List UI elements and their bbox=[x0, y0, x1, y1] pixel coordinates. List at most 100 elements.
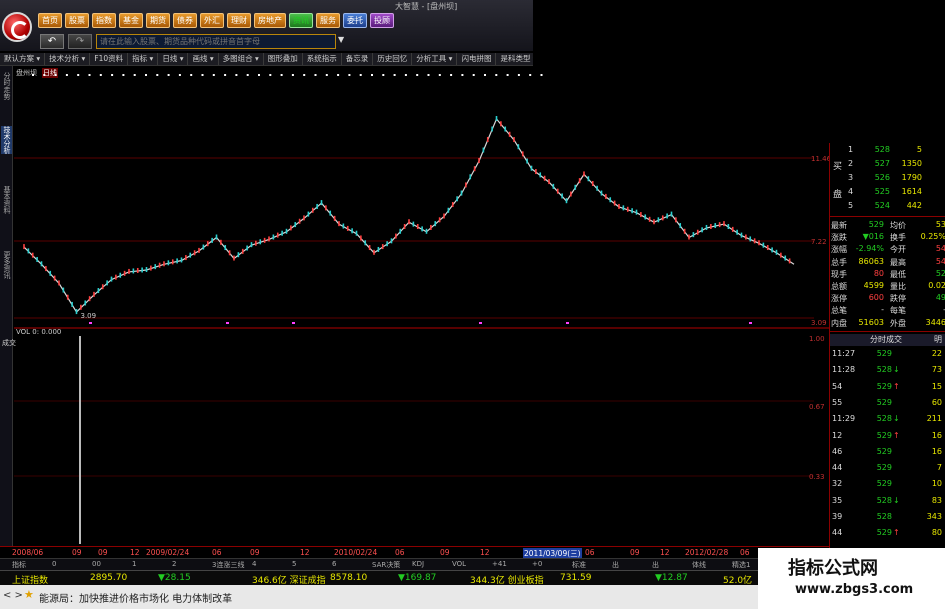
event-marker bbox=[404, 74, 407, 76]
candle bbox=[360, 235, 362, 241]
candle bbox=[508, 131, 511, 137]
candle bbox=[574, 184, 577, 190]
candle bbox=[132, 268, 135, 274]
tick-direction-icon: ↓ bbox=[893, 365, 900, 375]
indicator-tab[interactable]: 00 bbox=[92, 560, 101, 568]
ticks-header-right[interactable]: 明 bbox=[934, 334, 942, 345]
candle bbox=[605, 193, 607, 199]
info-marker bbox=[226, 322, 229, 324]
tick-volume: 7 bbox=[936, 463, 942, 473]
candle bbox=[220, 239, 222, 245]
indicator-tab[interactable]: 2 bbox=[172, 560, 176, 568]
event-marker bbox=[88, 74, 91, 76]
candle bbox=[298, 218, 301, 224]
stat-value: 53 bbox=[935, 220, 945, 229]
menu-button[interactable]: 基金 bbox=[119, 13, 143, 28]
candle bbox=[758, 240, 760, 246]
indicator-tab[interactable]: 6 bbox=[332, 560, 336, 568]
menu-button[interactable]: 投顾 bbox=[370, 13, 394, 28]
menu-button[interactable]: 房地产 bbox=[254, 13, 286, 28]
candle bbox=[587, 176, 590, 182]
candle bbox=[246, 245, 248, 251]
candle bbox=[561, 193, 563, 199]
quote-row: 12 529 ↑ 16 bbox=[830, 431, 945, 443]
toolbar-item[interactable]: 闪电拼图 bbox=[457, 53, 497, 65]
indicator-tab[interactable]: 精选1 bbox=[732, 560, 750, 570]
indicator-tab[interactable]: 4 bbox=[252, 560, 256, 568]
indicator-tab[interactable]: +0 bbox=[532, 560, 542, 568]
indicator-tab[interactable]: 出 bbox=[612, 560, 619, 570]
left-tab[interactable]: 基本资料 bbox=[1, 186, 12, 214]
ticks-header[interactable]: 分时成交 明 bbox=[830, 334, 945, 346]
event-marker bbox=[359, 74, 362, 76]
order-price: 524 bbox=[874, 201, 890, 210]
news-headline[interactable]: 能源局：加快推进价格市场化 电力体制改革 bbox=[39, 590, 232, 605]
indicator-tab[interactable]: +41 bbox=[492, 560, 507, 568]
left-tab[interactable]: 技术分析 bbox=[1, 126, 12, 154]
indicator-tab[interactable]: 标准 bbox=[572, 560, 586, 570]
menu-button[interactable]: 首页 bbox=[38, 13, 62, 28]
search-dropdown-icon[interactable]: ▼ bbox=[338, 35, 344, 44]
indicator-tab[interactable]: KDJ bbox=[412, 560, 424, 568]
toolbar-item[interactable]: 是科类型 ▾ bbox=[496, 53, 533, 65]
candle bbox=[211, 237, 213, 243]
event-marker bbox=[416, 74, 419, 76]
quote-row: 涨跌 ▼016 换手 0.25% bbox=[830, 232, 945, 244]
left-tab[interactable]: 更多资讯 bbox=[1, 251, 12, 279]
menu-button[interactable]: 理财 bbox=[227, 13, 251, 28]
event-marker bbox=[450, 74, 453, 76]
indicator-tab[interactable]: VOL bbox=[452, 560, 466, 568]
candle bbox=[631, 208, 633, 214]
toolbar-item[interactable]: 日线 ▾ bbox=[158, 53, 189, 65]
menu-button[interactable]: 外汇 bbox=[200, 13, 224, 28]
stat-value: 3446 bbox=[925, 317, 945, 327]
indicator-tab[interactable]: 5 bbox=[292, 560, 296, 568]
indicator-tab[interactable]: 3连涨三线 bbox=[212, 560, 244, 570]
toolbar-item[interactable]: 指标 ▾ bbox=[128, 53, 159, 65]
menu-button[interactable]: 指数 bbox=[92, 13, 116, 28]
toolbar-item[interactable]: 图形叠加 bbox=[264, 53, 303, 65]
indicator-tab[interactable]: SAR决策 bbox=[372, 560, 400, 570]
menu-button[interactable]: 股票 bbox=[65, 13, 89, 28]
back-arrow-icon[interactable]: ↶ bbox=[40, 34, 64, 49]
tick-time: 46 bbox=[832, 446, 843, 456]
forward-arrow-icon[interactable]: ↷ bbox=[68, 34, 92, 49]
news-nav-arrows-icon[interactable]: < > bbox=[3, 590, 23, 601]
menu-button[interactable]: 服务 bbox=[316, 13, 340, 28]
menu-button[interactable]: 委托 bbox=[343, 13, 367, 28]
menu-button[interactable]: 期货 bbox=[146, 13, 170, 28]
toolbar-item[interactable]: 多图组合 ▾ bbox=[219, 53, 264, 65]
menu-button[interactable]: 资讯 bbox=[289, 13, 313, 28]
candle bbox=[255, 240, 257, 246]
left-tab[interactable]: 分时走势 bbox=[1, 72, 12, 100]
toolbar-item[interactable]: 画线 ▾ bbox=[188, 53, 219, 65]
candle bbox=[106, 280, 108, 286]
toolbar-item[interactable]: 默认方案 ▾ bbox=[0, 53, 46, 65]
kline-chart[interactable]: 盘州坝 日线 VOL 0: 0.000 成交 11.46 7.22 3.09 1.00… bbox=[2, 66, 829, 546]
stat-label: 涨停 bbox=[831, 294, 847, 304]
toolbar-item[interactable]: 历史回忆 bbox=[373, 53, 413, 65]
menu-button[interactable]: 债券 bbox=[173, 13, 197, 28]
indicator-tab[interactable]: 0 bbox=[52, 560, 56, 568]
indicator-tab[interactable]: 出 bbox=[652, 560, 659, 570]
app-logo-icon[interactable] bbox=[2, 12, 32, 42]
info-marker bbox=[566, 322, 569, 324]
indicator-tab[interactable]: 1 bbox=[132, 560, 136, 568]
order-level: 3 bbox=[848, 173, 854, 182]
candle bbox=[447, 207, 450, 213]
indicator-tab[interactable]: 体线 bbox=[692, 560, 706, 570]
event-marker bbox=[461, 74, 464, 76]
stat-label: 内盘 bbox=[831, 318, 847, 328]
toolbar-item[interactable]: 分析工具 ▾ bbox=[412, 53, 458, 65]
stat-label: 换手 bbox=[890, 233, 906, 243]
candle bbox=[626, 206, 629, 212]
quote-row: 2 527 1350 bbox=[830, 159, 945, 171]
toolbar-item[interactable]: F10资料 bbox=[90, 53, 129, 65]
tick-volume: 60 bbox=[931, 397, 942, 407]
indicator-tab[interactable]: 指标 bbox=[12, 560, 26, 570]
toolbar-item[interactable]: 备忘录 bbox=[342, 53, 374, 65]
toolbar-item[interactable]: 技术分析 ▾ bbox=[45, 53, 91, 65]
toolbar-item[interactable]: 系统指示 bbox=[303, 53, 342, 65]
date-label: 06 bbox=[395, 548, 405, 557]
search-input[interactable] bbox=[96, 34, 336, 49]
